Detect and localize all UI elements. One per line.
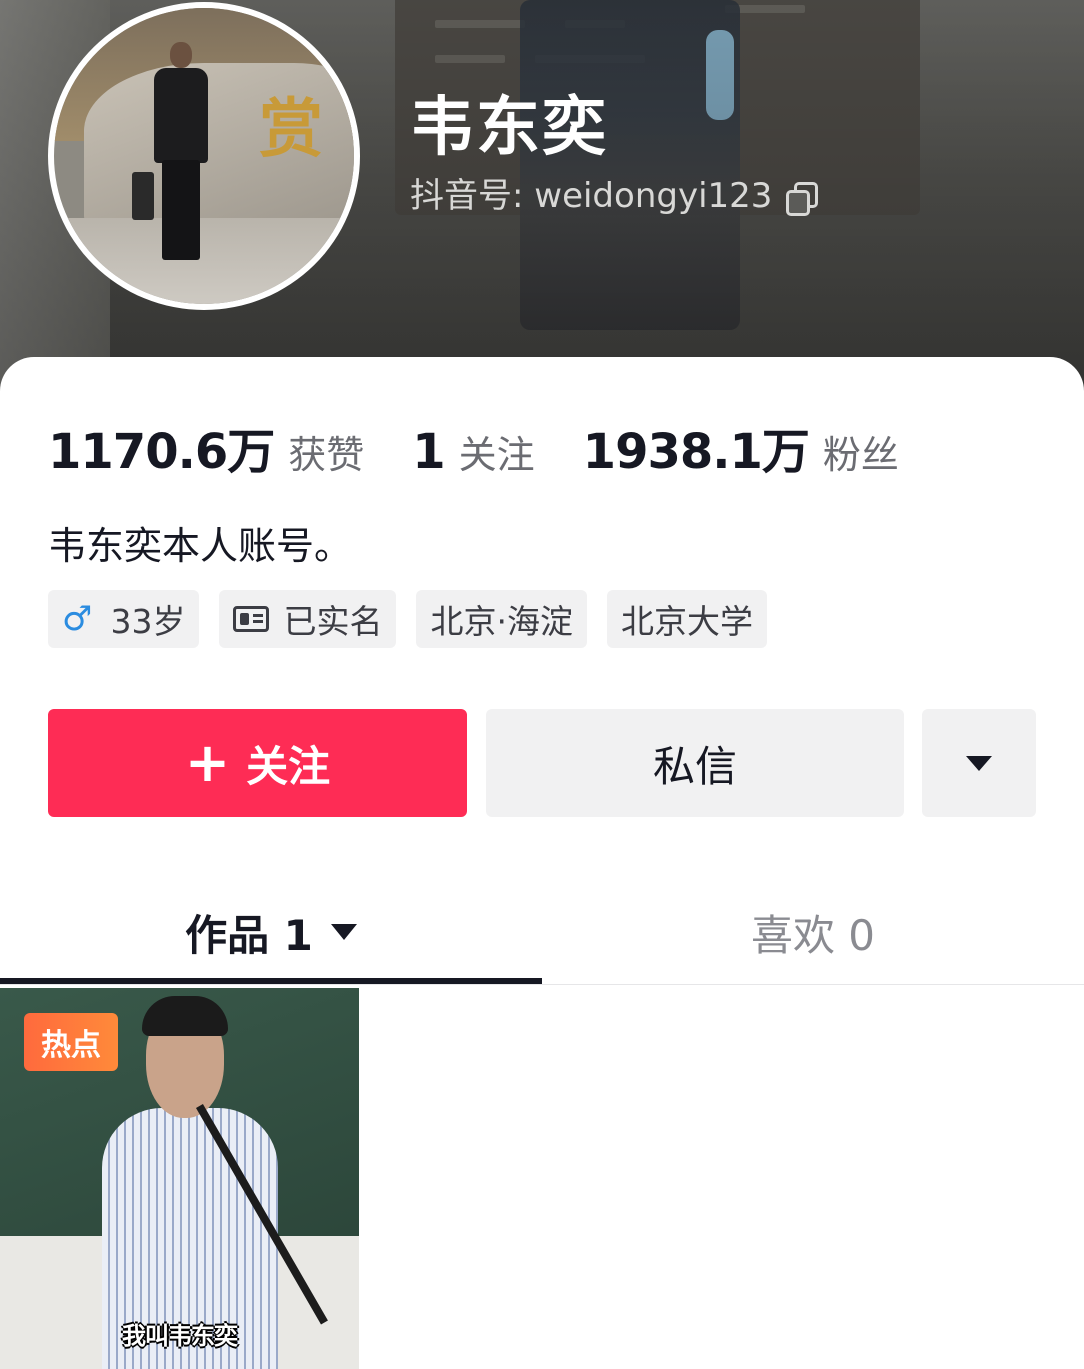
- avatar-rock-inscription: 赏: [259, 92, 323, 167]
- douyin-id-text: 抖音号: weidongyi123: [410, 176, 773, 216]
- tag-gender-age: ♂ 33岁: [48, 590, 200, 648]
- hot-badge: 热点: [24, 1013, 118, 1071]
- tag-location-text: 北京·海淀: [430, 602, 573, 641]
- id-card-icon: [233, 606, 270, 632]
- tab-works-label: 作品 1: [185, 910, 313, 960]
- stat-followers[interactable]: 1938.1万 粉丝: [583, 412, 899, 482]
- tab-works-dropdown-icon[interactable]: [330, 924, 357, 940]
- tag-location[interactable]: 北京·海淀: [416, 590, 587, 648]
- stat-following-label: 关注: [458, 433, 535, 477]
- content-tabs: 作品 1 喜欢 0: [0, 880, 1084, 985]
- caret-down-icon: [966, 755, 992, 771]
- avatar[interactable]: 赏: [48, 2, 360, 310]
- more-button[interactable]: [922, 709, 1036, 817]
- stat-followers-label: 粉丝: [822, 433, 899, 477]
- stats-row: 1170.6万 获赞 1 关注 1938.1万 粉丝: [48, 412, 947, 482]
- message-button[interactable]: 私信: [486, 709, 904, 817]
- tab-active-indicator: [0, 978, 542, 984]
- profile-tags: ♂ 33岁 已实名 北京·海淀 北京大学: [48, 590, 787, 648]
- message-button-label: 私信: [652, 741, 737, 791]
- stat-likes-label: 获赞: [288, 433, 365, 477]
- tag-age-text: 33岁: [110, 602, 186, 641]
- tag-verified[interactable]: 已实名: [219, 590, 397, 648]
- stat-likes[interactable]: 1170.6万 获赞: [48, 412, 364, 482]
- copy-icon[interactable]: [786, 182, 819, 216]
- stat-followers-value: 1938.1万: [582, 424, 810, 480]
- tag-school-text: 北京大学: [620, 602, 753, 641]
- tab-likes-label: 喜欢 0: [750, 910, 876, 960]
- follow-button-label: 关注: [246, 741, 331, 791]
- tab-works[interactable]: 作品 1: [0, 880, 542, 984]
- tag-verified-text: 已实名: [283, 602, 383, 641]
- male-icon: ♂: [62, 599, 93, 639]
- profile-name: 韦东奕: [410, 91, 608, 165]
- douyin-id[interactable]: 抖音号: weidongyi123: [410, 172, 819, 220]
- tag-school[interactable]: 北京大学: [606, 590, 767, 648]
- profile-bio: 韦东奕本人账号。: [48, 524, 353, 568]
- avatar-person: [132, 42, 216, 267]
- plus-icon: +: [184, 731, 231, 794]
- stat-likes-value: 1170.6万: [48, 424, 275, 480]
- tab-likes[interactable]: 喜欢 0: [542, 880, 1084, 984]
- stat-following[interactable]: 1 关注: [412, 424, 534, 480]
- follow-button[interactable]: + 关注: [48, 709, 467, 817]
- video-caption: 我叫韦东奕: [122, 1322, 238, 1350]
- stat-following-value: 1: [412, 424, 445, 480]
